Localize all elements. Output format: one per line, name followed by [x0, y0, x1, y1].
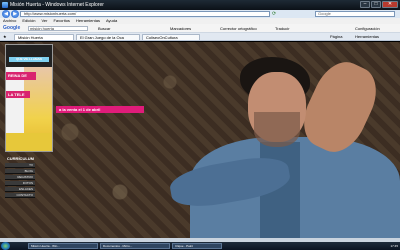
google-toolbar: Google misión huerta Buscar Marcadores C…	[0, 24, 400, 33]
minimize-button[interactable]: –	[360, 1, 370, 8]
nav-item-contacto[interactable]: CONTACTO	[5, 193, 35, 198]
taskbar-item-ie[interactable]: Misión Huerta - Win...	[28, 243, 98, 249]
nav-heading-curriculum[interactable]: CURRÍCULUM	[5, 156, 35, 162]
hero-photo	[167, 42, 400, 238]
tab-row: ★ Misión Huerta El Gran Juego de la Oca …	[0, 33, 400, 41]
back-button[interactable]: ◀	[2, 10, 10, 18]
search-input[interactable]: Google	[315, 11, 395, 17]
settings-button[interactable]: Configuración	[355, 24, 380, 32]
close-button[interactable]: ✕	[382, 1, 398, 8]
window-controls: – □ ✕	[360, 1, 398, 8]
web-page: QUE VIE LLAMAN REINA DE LA TELE a la ven…	[0, 42, 400, 238]
nav-item-enlaces[interactable]: ENLACES	[5, 187, 35, 192]
start-button[interactable]	[1, 242, 10, 250]
magazine-cover[interactable]: QUE VIE LLAMAN REINA DE LA TELE	[5, 44, 53, 152]
site-nav: CURRÍCULUM TV BLOG REGISTRO FOTOS ENLACE…	[5, 156, 35, 198]
nav-item-fotos[interactable]: FOTOS	[5, 181, 35, 186]
nav-item-tv[interactable]: TV	[5, 163, 35, 168]
cover-band-top: QUE VIE LLAMAN	[9, 57, 49, 62]
window-title: Misión Huerta - Windows Internet Explore…	[10, 2, 104, 8]
tab-juego-oca[interactable]: El Gran Juego de la Oca	[76, 34, 140, 40]
forward-button[interactable]: ▶	[11, 10, 19, 18]
favorites-star-icon[interactable]: ★	[3, 33, 7, 40]
release-banner: a la venta el 1 de abril	[56, 106, 144, 113]
nav-item-blog[interactable]: BLOG	[5, 169, 35, 174]
google-search-button[interactable]: Buscar	[98, 24, 110, 32]
taskbar-item-documents[interactable]: Documentos - Micro...	[100, 243, 170, 249]
spellcheck-button[interactable]: Corrector ortográfico	[220, 24, 257, 32]
taskbar-item-paint[interactable]: Clique - Paint	[172, 243, 222, 249]
address-bar[interactable]: http://www.misionhuerta.com/	[20, 11, 270, 17]
cover-title-2: LA TELE	[6, 91, 30, 98]
maximize-button[interactable]: □	[371, 1, 381, 8]
address-row: ◀ ▶ http://www.misionhuerta.com/ ⟳ Googl…	[0, 10, 400, 18]
ie-icon	[2, 2, 8, 8]
tab-mision-huerta[interactable]: Misión Huerta	[14, 34, 74, 40]
clock: 17:45	[390, 244, 398, 248]
window-title-bar: Misión Huerta - Windows Internet Explore…	[0, 0, 400, 10]
page-menu[interactable]: Página	[330, 33, 342, 40]
google-search-input[interactable]: misión huerta	[28, 26, 88, 31]
google-logo: Google	[3, 25, 21, 31]
nav-item-registro[interactable]: REGISTRO	[5, 175, 35, 180]
refresh-icon[interactable]: ⟳	[272, 11, 278, 17]
translate-button[interactable]: Traducir	[275, 24, 290, 32]
bookmarks-button[interactable]: Marcadores	[170, 24, 191, 32]
cover-title-1: REINA DE	[6, 72, 36, 80]
tab-coliseo[interactable]: ColiseoOnCultura	[142, 34, 200, 40]
tools-menu[interactable]: Herramientas	[355, 33, 379, 40]
taskbar: Misión Huerta - Win... Documentos - Micr…	[0, 242, 400, 250]
